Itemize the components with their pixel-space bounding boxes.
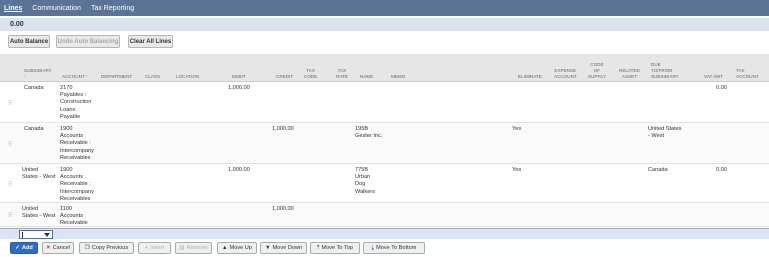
table-row[interactable]: ⠿ United States - West 1900 Accounts Rec… [0,165,769,203]
cell-due-to-from: Canada [648,167,668,173]
tab-tax-reporting[interactable]: Tax Reporting [91,5,134,12]
drag-handle-icon[interactable]: ⠿ [8,141,12,148]
cell-account: 1900 Accounts Receivable : Intercompany … [60,126,94,161]
col-location[interactable]: LOCATION [176,74,199,80]
move-to-top-button[interactable]: ⤒ Move To Top [310,242,360,254]
remove-button[interactable]: ▥ Remove [175,242,212,254]
cell-eliminate: Yes [512,167,522,173]
plus-icon: + [144,245,149,251]
cell-subsidiary: United States - West [22,167,56,181]
drag-handle-icon[interactable]: ⠿ [8,181,12,188]
clear-all-lines-button[interactable]: Clear All Lines [128,35,173,48]
cell-subsidiary: United States - West [22,206,56,220]
required-star-icon: * [24,74,26,79]
cell-account: 1100 Accounts Receivable [60,206,88,227]
table-row[interactable]: ⠿ Canada 1900 Accounts Receivable : Inte… [0,124,769,164]
trash-icon: ▥ [179,245,185,251]
cell-subsidiary: Canada [24,126,44,132]
col-credit[interactable]: CREDIT [276,74,293,80]
add-button[interactable]: ✓ Add [10,242,38,254]
undo-auto-balancing-button[interactable]: Undo Auto Balancing [56,35,120,48]
chevron-down-icon[interactable] [44,233,50,237]
text-cursor [22,232,23,238]
required-star-icon: * [85,74,88,79]
cell-eliminate: Yes [512,126,522,132]
col-department[interactable]: DEPARTMENT [101,74,132,80]
cell-vat-amt: 0.00 [716,85,727,91]
table-row[interactable]: ⠿ Canada 2170 Payables : Construction Lo… [0,83,769,123]
col-eliminate[interactable]: ELIMINATE [518,74,542,80]
arrow-down-icon: ▼ [264,245,271,251]
cell-name: 775B Urban Dog Walkers [355,167,375,195]
subtab-bar: Lines Communication Tax Reporting [0,0,769,16]
cell-credit: 1,000.00 [272,206,294,212]
col-debit[interactable]: DEBIT [232,74,246,80]
cell-account: 2170 Payables : Construction Loans Payab… [60,85,92,120]
move-to-bottom-button[interactable]: ⤓ Move To Bottom [363,242,425,254]
cell-name: 195B Gester Inc. [355,126,383,140]
col-tax-account[interactable]: TAX ACCOUNT [736,68,759,80]
new-line-edit-row[interactable] [0,228,769,239]
grid-header: SUBSIDIARY * ACCOUNT * DEPARTMENT CLASS L… [0,54,769,82]
check-icon: ✓ [15,245,20,251]
cell-account: 1900 Accounts Receivable : Intercompany … [60,167,94,202]
col-related-asset[interactable]: RELATED ASSET [619,68,640,80]
move-down-button[interactable]: ▼ Move Down [260,242,307,254]
cancel-button[interactable]: ✕ Cancel [42,242,74,254]
auto-balance-button[interactable]: Auto Balance [8,35,50,48]
col-class[interactable]: CLASS [145,74,160,80]
col-due-to-from-subsidiary[interactable]: DUE TO/FROM SUBSIDIARY [651,62,679,80]
col-vat-amt[interactable]: VAT AMT [704,74,723,80]
col-expense-account[interactable]: EXPENSE ACCOUNT [554,68,577,80]
copy-icon: ❐ [84,245,90,251]
move-up-button[interactable]: ▲ Move Up [217,242,257,254]
col-name[interactable]: NAME [360,74,373,80]
subsidiary-select[interactable] [19,230,53,239]
cell-subsidiary: Canada [24,85,44,91]
copy-previous-button[interactable]: ❐ Copy Previous [79,242,134,254]
cell-vat-amt: 0.00 [716,167,727,173]
col-tax-rate[interactable]: TAX RATE [336,68,348,80]
table-row[interactable]: ⠿ United States - West 1100 Accounts Rec… [0,204,769,227]
cell-credit: 1,000.00 [272,126,294,132]
drag-handle-icon[interactable]: ⠿ [8,100,12,107]
arrow-top-icon: ⤒ [317,244,320,251]
tab-lines[interactable]: Lines [4,5,22,12]
col-memo[interactable]: MEMO [391,74,405,80]
arrow-up-icon: ▲ [222,245,228,251]
arrow-bottom-icon: ⤓ [371,244,375,251]
insert-button[interactable]: + Insert [138,242,171,254]
drag-handle-icon[interactable]: ⠿ [8,212,12,219]
col-code-of-supply[interactable]: CODE OF SUPPLY [588,62,606,80]
lines-total: 0.00 [0,18,769,31]
cell-debit: 1,000.00 [228,167,250,173]
col-subsidiary[interactable]: SUBSIDIARY * [24,68,52,80]
col-account[interactable]: ACCOUNT * [62,74,88,80]
cell-debit: 1,000.00 [228,85,250,91]
cell-due-to-from: United States - West [648,126,682,140]
close-icon: ✕ [45,245,51,251]
col-tax-code[interactable]: TAX CODE [304,68,317,80]
tab-communication[interactable]: Communication [32,5,81,12]
